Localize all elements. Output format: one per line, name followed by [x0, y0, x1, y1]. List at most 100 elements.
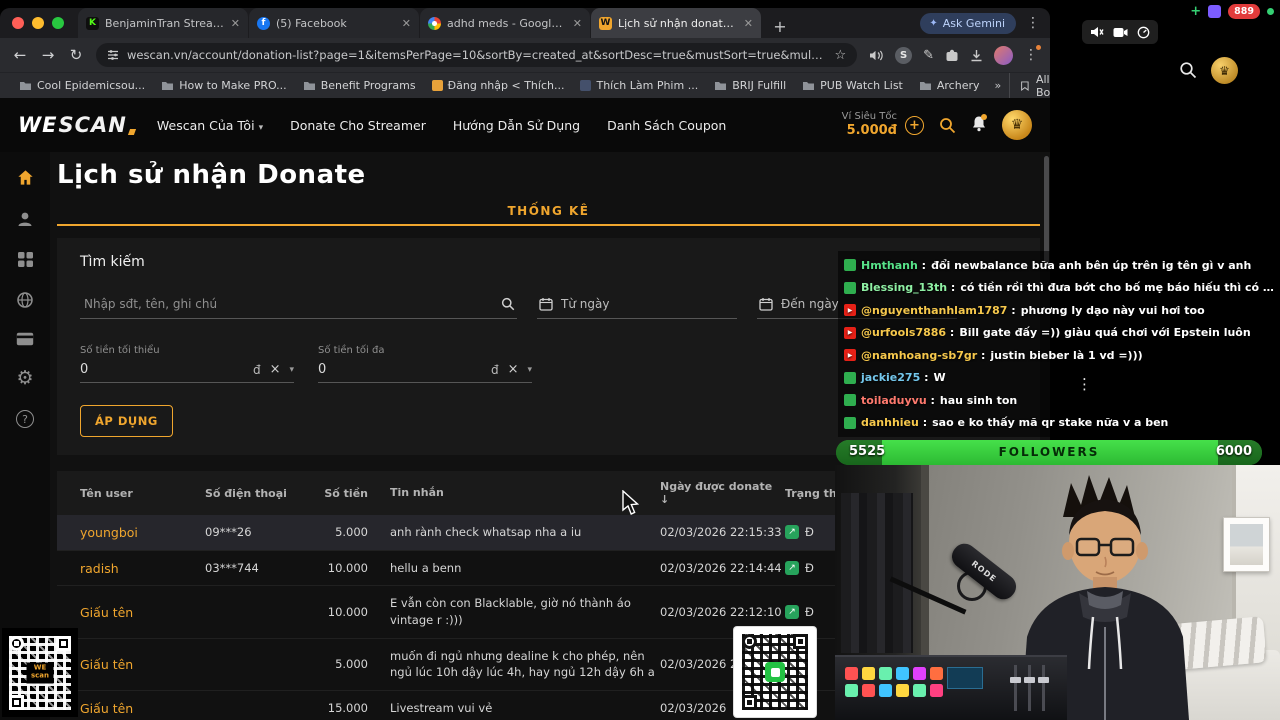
nav-donate-streamer[interactable]: Donate Cho Streamer	[290, 118, 426, 133]
wallet-balance[interactable]: Ví Siêu Tốc 5.000đ	[842, 111, 897, 139]
donation-date: 02/03/2026 22:12:10	[660, 605, 782, 620]
sidebar-help-icon[interactable]: ?	[16, 410, 34, 428]
topup-plus-icon[interactable]: +	[905, 115, 924, 135]
bookmark-folder[interactable]: PUB Watch List	[795, 76, 910, 95]
window-minimize-button[interactable]	[32, 17, 44, 29]
nav-coupon-list[interactable]: Danh Sách Coupon	[607, 118, 726, 133]
wescan-logo[interactable]: WE SCAN	[18, 113, 136, 137]
tab-audio-icon[interactable]	[869, 49, 884, 62]
keyword-field[interactable]	[80, 290, 517, 319]
sidebar-home-icon[interactable]	[16, 168, 35, 187]
purple-extension-icon[interactable]	[1208, 5, 1222, 18]
site-settings-icon[interactable]	[107, 49, 119, 61]
bookmark-folder[interactable]: Cool Epidemicsou...	[12, 76, 152, 95]
wall-picture	[1223, 517, 1270, 572]
downloads-icon[interactable]	[970, 49, 983, 62]
chat-menu-icon[interactable]: ⋮	[1077, 375, 1092, 393]
calendar-icon	[759, 298, 773, 311]
chat-username[interactable]: jackie275	[861, 371, 928, 384]
camera-icon[interactable]	[1113, 27, 1128, 38]
user-avatar[interactable]: ♛	[1002, 110, 1032, 140]
col-message: Tin nhắn	[390, 486, 444, 500]
sidebar-settings-icon[interactable]: ⚙	[16, 369, 33, 388]
max-amount-value[interactable]: 0	[318, 362, 482, 377]
bookmark-star-icon[interactable]: ☆	[834, 48, 846, 63]
chat-username[interactable]: danhhieu	[861, 416, 927, 429]
green-plus-icon[interactable]: +	[1190, 4, 1201, 19]
chevron-down-icon[interactable]: ▾	[289, 365, 294, 375]
min-amount-value[interactable]: 0	[80, 362, 244, 377]
chevron-down-icon[interactable]: ▾	[527, 365, 532, 375]
all-bookmarks-button[interactable]: All Bookmarks	[1009, 72, 1050, 99]
status-export-icon[interactable]: ↗	[785, 525, 799, 540]
desktop-search-icon[interactable]	[1179, 61, 1197, 79]
donor-name[interactable]: Giấu tên	[57, 701, 205, 716]
from-date-field[interactable]: Từ ngày	[537, 290, 737, 319]
min-amount-field[interactable]: Số tiền tối thiểu 0 đ × ▾	[80, 345, 294, 383]
notifications-bell-icon[interactable]	[971, 113, 987, 136]
page-scrollbar[interactable]	[1044, 156, 1049, 264]
tab-close-icon[interactable]: ✕	[573, 17, 582, 30]
tab-close-icon[interactable]: ✕	[402, 17, 411, 30]
nav-label: Donate Cho Streamer	[290, 117, 426, 133]
donor-name[interactable]: radish	[57, 561, 205, 576]
nav-guide[interactable]: Hướng Dẫn Sử Dụng	[453, 118, 580, 133]
col-date-sorted[interactable]: Ngày được donate ↓	[660, 480, 785, 506]
site-search-icon[interactable]	[939, 117, 956, 134]
donor-name[interactable]: Giấu tên	[57, 657, 205, 672]
address-bar[interactable]: wescan.vn/account/donation-list?page=1&i…	[96, 43, 858, 67]
chat-username[interactable]: Blessing_13th	[861, 281, 955, 294]
apply-button[interactable]: ÁP DỤNG	[80, 405, 173, 437]
bookmark-folder[interactable]: How to Make PRO...	[154, 76, 294, 95]
ask-gemini-button[interactable]: ✦ Ask Gemini	[920, 12, 1016, 34]
chat-username[interactable]: Hmthanh	[861, 259, 926, 272]
pencil-icon[interactable]: ✎	[923, 48, 934, 63]
mute-icon[interactable]	[1090, 26, 1104, 38]
tabstrip-menu-icon[interactable]: ⋮	[1026, 15, 1040, 31]
sidebar-card-icon[interactable]	[16, 332, 34, 346]
max-amount-field[interactable]: Số tiền tối đa 0 đ × ▾	[318, 345, 532, 383]
window-close-button[interactable]	[12, 17, 24, 29]
browser-menu-icon[interactable]: ⋮	[1024, 45, 1041, 63]
tab-stream[interactable]: K BenjaminTran Stream - Watch ✕	[78, 8, 248, 38]
chat-username[interactable]: toiladuyvu	[861, 394, 935, 407]
bookmark-folder[interactable]: Archery	[912, 76, 987, 95]
tab-close-icon[interactable]: ✕	[231, 17, 240, 30]
reload-icon[interactable]: ↻	[68, 46, 84, 64]
tab-facebook[interactable]: f (5) Facebook ✕	[249, 8, 419, 38]
profile-avatar[interactable]	[994, 45, 1013, 65]
tab-statistics[interactable]: THỐNG KÊ	[508, 204, 590, 218]
tab-google-search[interactable]: adhd meds - Google Search ✕	[420, 8, 590, 38]
url-text[interactable]: wescan.vn/account/donation-list?page=1&i…	[127, 48, 826, 62]
chat-username[interactable]: @nguyenthanhlam1787	[861, 304, 1016, 317]
field-search-icon[interactable]	[501, 297, 515, 311]
sidebar-globe-icon[interactable]	[16, 291, 34, 309]
status-export-icon[interactable]: ↗	[785, 605, 799, 620]
keyword-input[interactable]	[82, 296, 493, 312]
nav-my-wescan[interactable]: Wescan Của Tôi ▾	[157, 118, 263, 133]
sidebar-profile-icon[interactable]	[16, 210, 34, 228]
bookmarks-overflow-chevron[interactable]: »	[989, 79, 1008, 92]
clear-icon[interactable]: ×	[508, 362, 519, 377]
tab-close-icon[interactable]: ✕	[744, 17, 753, 30]
gauge-icon[interactable]	[1137, 26, 1150, 39]
new-tab-button[interactable]: +	[768, 14, 792, 38]
donor-name[interactable]: youngboi	[57, 525, 205, 540]
bookmark-folder[interactable]: BRIJ Fulfill	[707, 76, 793, 95]
window-zoom-button[interactable]	[52, 17, 64, 29]
chat-username[interactable]: @namhoang-sb7gr	[861, 349, 985, 362]
bookmark-folder[interactable]: Benefit Programs	[296, 76, 423, 95]
sidebar-dashboard-icon[interactable]	[17, 251, 34, 268]
status-export-icon[interactable]: ↗	[785, 561, 799, 575]
donor-name[interactable]: Giấu tên	[57, 605, 205, 620]
bookmark-item[interactable]: Thích Làm Phim ...	[573, 76, 705, 95]
clear-icon[interactable]: ×	[270, 362, 281, 377]
back-icon[interactable]: ←	[12, 46, 28, 64]
desktop-avatar[interactable]: ♛	[1211, 57, 1238, 84]
forward-icon[interactable]: →	[40, 46, 56, 64]
tab-wescan-active[interactable]: W Lịch sử nhận donate | WeScan ✕	[591, 8, 761, 38]
chat-username[interactable]: @urfools7886	[861, 326, 954, 339]
extensions-puzzle-icon[interactable]	[945, 48, 959, 62]
bookmark-item[interactable]: Đăng nhập < Thích...	[425, 76, 572, 95]
s-extension-icon[interactable]: S	[895, 46, 913, 64]
